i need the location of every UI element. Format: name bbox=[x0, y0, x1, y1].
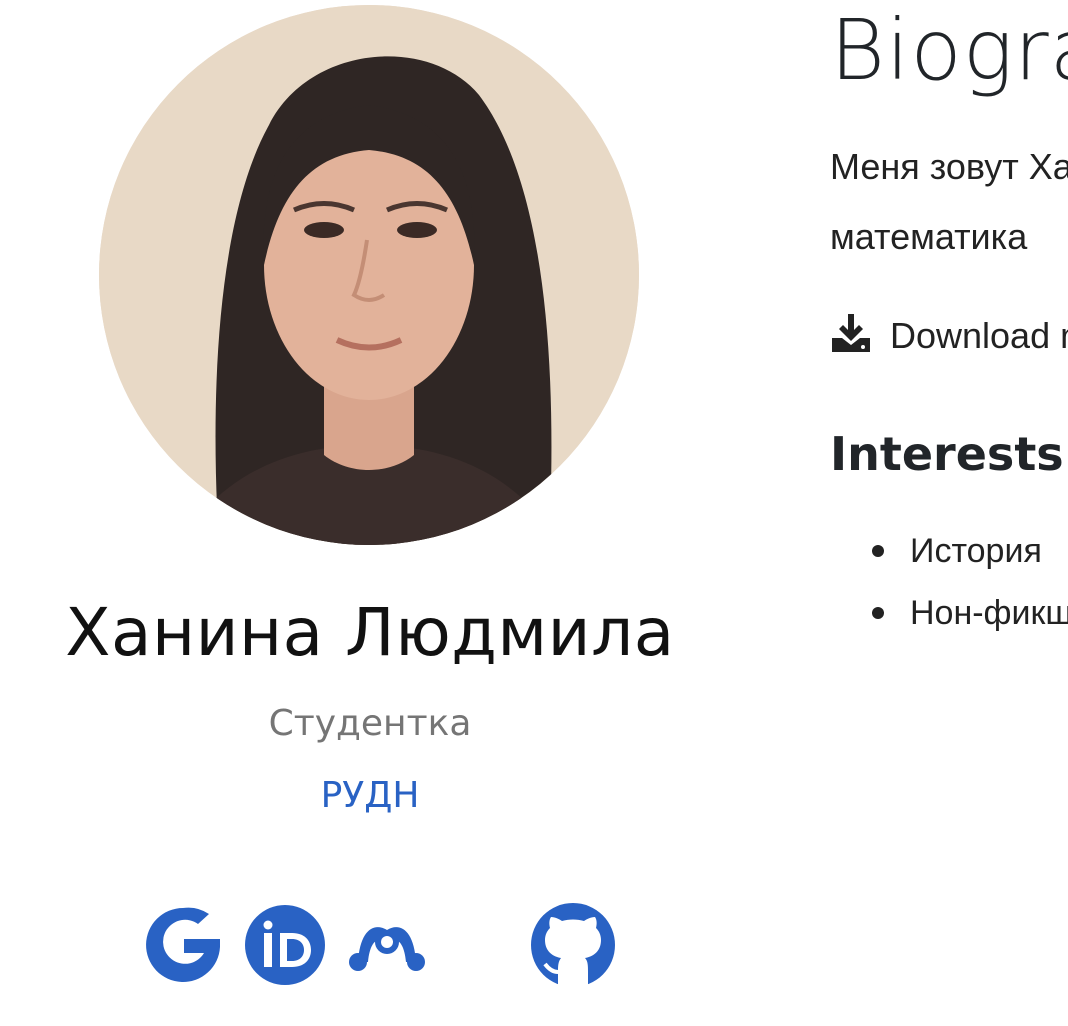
biography-text: Меня зовут Ханина Людмила. Изучаю фундам… bbox=[830, 132, 1068, 272]
organization-link[interactable]: РУДН bbox=[321, 775, 420, 816]
person-role: Студентка bbox=[268, 703, 472, 744]
biography-title: Biography bbox=[830, 1, 1068, 99]
github-link[interactable] bbox=[528, 900, 618, 990]
interest-item: История bbox=[830, 520, 1068, 582]
social-links bbox=[0, 900, 740, 990]
person-name: Ханина Людмила bbox=[65, 594, 675, 671]
interests-title: Interests bbox=[830, 427, 1064, 481]
google-scholar-icon bbox=[146, 907, 220, 982]
download-icon bbox=[832, 314, 870, 352]
person-organization: РУДН bbox=[0, 772, 740, 820]
google-scholar-link[interactable] bbox=[138, 900, 228, 990]
interests-list: История Нон-фикшн bbox=[830, 520, 1068, 644]
github-icon bbox=[531, 903, 615, 989]
profile-sidebar: Ханина Людмила Студентка РУДН bbox=[0, 0, 740, 1026]
biography-text-line-1: Меня зовут Ханина Людмила. Изучаю фундам… bbox=[830, 146, 1068, 187]
interest-item: Нон-фикшн bbox=[830, 582, 1068, 644]
mendeley-link[interactable] bbox=[342, 900, 432, 990]
orcid-icon bbox=[245, 905, 325, 985]
mendeley-icon bbox=[349, 927, 425, 971]
download-resume-link[interactable]: Download my resumé bbox=[830, 310, 1068, 362]
avatar bbox=[99, 5, 639, 545]
biography-text-line-2: математика bbox=[830, 216, 1028, 257]
download-resume-label: Download my resumé bbox=[890, 315, 1068, 356]
biography-section: Biography Меня зовут Ханина Людмила. Изу… bbox=[830, 0, 1068, 1026]
orcid-link[interactable] bbox=[240, 900, 330, 990]
